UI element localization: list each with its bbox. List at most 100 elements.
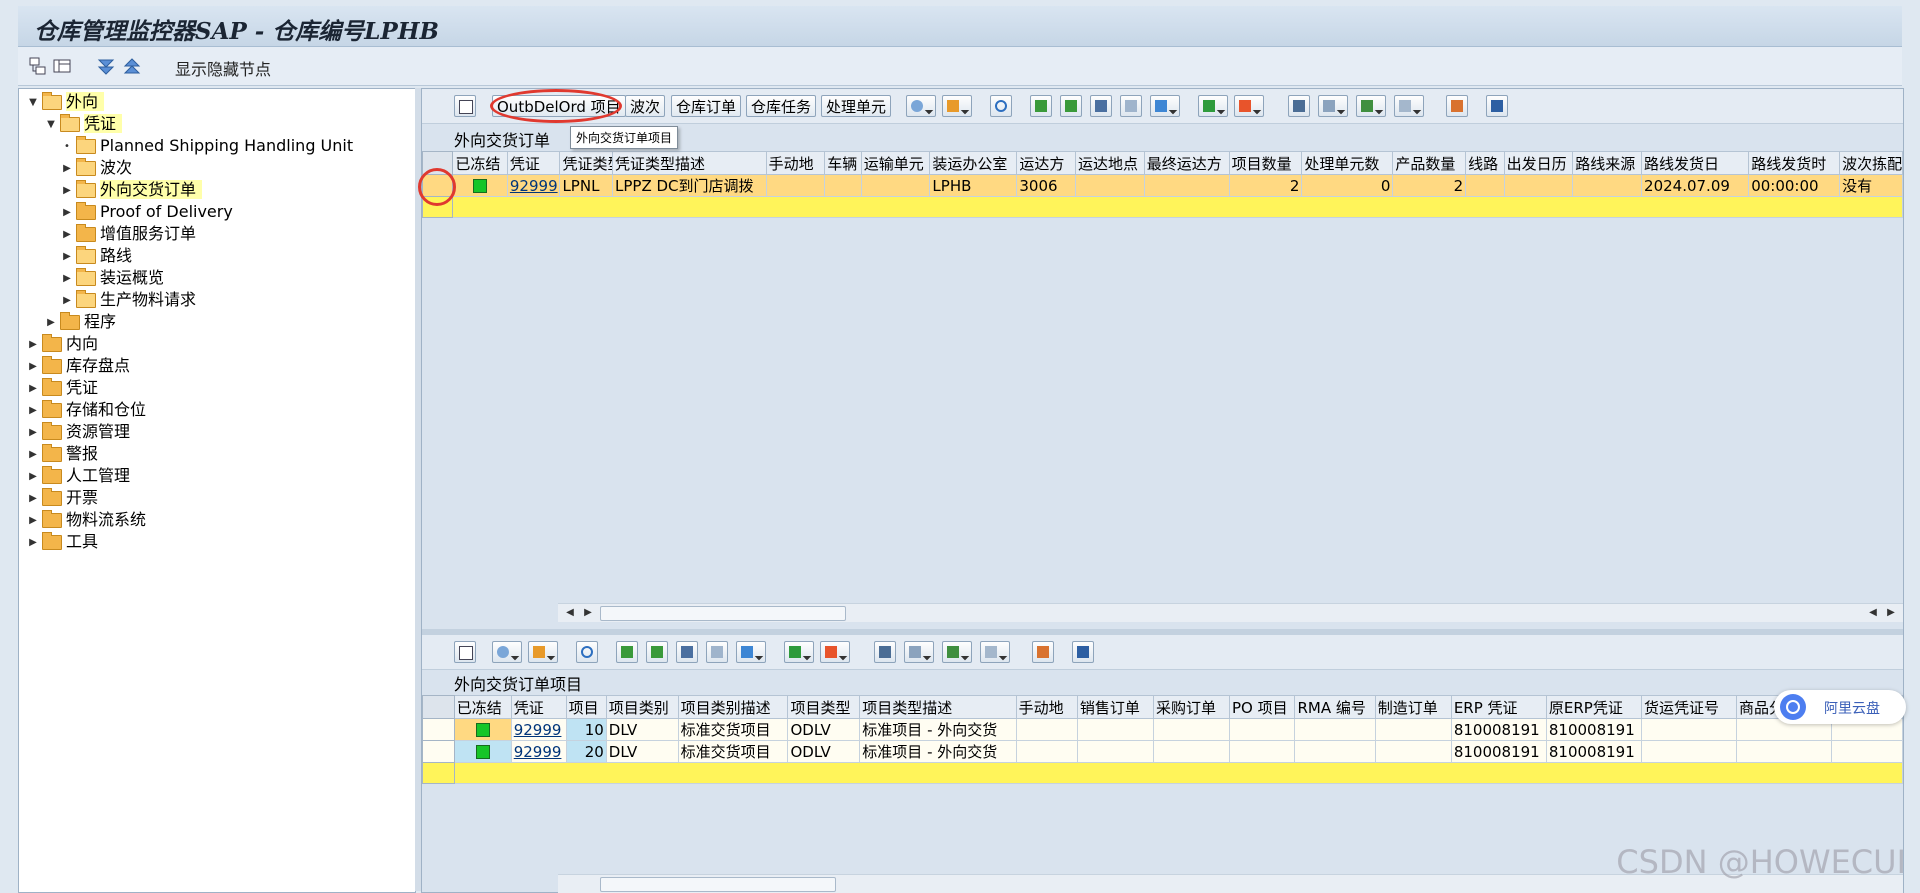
column-header[interactable]: 凭证: [506, 151, 561, 175]
collapsed-arrow-icon[interactable]: ▶: [27, 444, 39, 466]
collapsed-arrow-icon[interactable]: ▶: [61, 268, 73, 290]
column-header[interactable]: 凭证: [510, 695, 567, 719]
refresh-icon[interactable]: [942, 95, 972, 117]
column-header[interactable]: 采购订单: [1152, 695, 1231, 719]
collapsed-arrow-icon[interactable]: ▶: [27, 378, 39, 400]
column-header[interactable]: 路线来源: [1572, 151, 1643, 175]
sort-descending-icon[interactable]: [1060, 95, 1082, 117]
tree-node-program[interactable]: ▶ 程序: [45, 311, 116, 333]
document-link[interactable]: 92999: [506, 174, 561, 197]
column-header[interactable]: 车辆: [824, 151, 862, 175]
subtotal-icon[interactable]: [820, 641, 850, 663]
collapsed-arrow-icon[interactable]: ▶: [27, 334, 39, 356]
column-header[interactable]: 手动地: [765, 151, 826, 175]
tree-node-labor-management[interactable]: ▶ 人工管理: [27, 465, 130, 487]
tree-node-outbound[interactable]: ▼ 外向: [27, 91, 105, 114]
row-selector[interactable]: [422, 762, 455, 784]
column-header[interactable]: 运输单元: [860, 151, 931, 175]
column-header[interactable]: 波次拣配: [1839, 151, 1903, 175]
document-link[interactable]: 92999: [510, 718, 567, 741]
column-header[interactable]: 项目数量: [1228, 151, 1303, 175]
handling-unit-button[interactable]: 处理单元: [821, 95, 892, 117]
sum-icon[interactable]: [1198, 95, 1228, 117]
export-icon[interactable]: [1356, 95, 1386, 117]
row-selector[interactable]: [422, 740, 455, 763]
settings-icon[interactable]: [492, 641, 522, 663]
tree-node-physical-inventory[interactable]: ▶ 库存盘点: [27, 355, 130, 377]
info-icon[interactable]: [1072, 641, 1094, 663]
column-header[interactable]: 运达方: [1016, 151, 1076, 175]
column-header[interactable]: 处理单元数: [1301, 151, 1394, 175]
column-header[interactable]: 制造订单: [1374, 695, 1452, 719]
collapse-all-icon[interactable]: [122, 56, 142, 76]
aliyun-drive-badge[interactable]: 阿里云盘: [1774, 690, 1906, 724]
column-header[interactable]: 已冻结: [452, 151, 508, 175]
view-icon[interactable]: [1318, 95, 1348, 117]
collapsed-arrow-icon[interactable]: ▶: [61, 202, 73, 224]
tree-node-production-material-request[interactable]: ▶ 生产物料请求: [61, 289, 196, 311]
column-header[interactable]: 装运办公室: [929, 151, 1018, 175]
scroll-right-icon[interactable]: ▶: [1883, 605, 1899, 621]
reload-icon[interactable]: [990, 95, 1012, 117]
collapsed-arrow-icon[interactable]: ▶: [61, 224, 73, 246]
column-header[interactable]: 运达地点: [1074, 151, 1145, 175]
reload-icon[interactable]: [576, 641, 598, 663]
column-header[interactable]: 出发日历: [1503, 151, 1574, 175]
warehouse-task-button[interactable]: 仓库任务: [746, 95, 817, 117]
wave-button[interactable]: 波次: [625, 95, 666, 117]
export-icon[interactable]: [942, 641, 972, 663]
tree-node-proof-of-delivery[interactable]: ▶ Proof of Delivery: [61, 201, 233, 223]
details-icon[interactable]: [454, 641, 476, 663]
column-header[interactable]: 凭证类型: [559, 151, 614, 175]
column-header[interactable]: 产品数量: [1392, 151, 1467, 175]
collapsed-arrow-icon[interactable]: ▶: [61, 180, 73, 202]
filter-icon[interactable]: [736, 641, 766, 663]
tree-node-resource-management[interactable]: ▶ 资源管理: [27, 421, 130, 443]
column-header[interactable]: 项目: [565, 695, 607, 719]
find-next-icon[interactable]: [706, 641, 728, 663]
tree-node-outbound-delivery-order[interactable]: ▶ 外向交货订单: [61, 179, 203, 202]
refresh-icon[interactable]: [528, 641, 558, 663]
tree-node-route[interactable]: ▶ 路线: [61, 245, 132, 267]
row-selector[interactable]: [422, 718, 455, 741]
column-header[interactable]: 路线发货时: [1748, 151, 1841, 175]
find-next-icon[interactable]: [1120, 95, 1142, 117]
collapsed-arrow-icon[interactable]: ▶: [27, 400, 39, 422]
collapsed-arrow-icon[interactable]: ▶: [45, 312, 57, 334]
sort-descending-icon[interactable]: [646, 641, 668, 663]
sort-ascending-icon[interactable]: [616, 641, 638, 663]
collapsed-arrow-icon[interactable]: ▶: [61, 246, 73, 268]
collapsed-arrow-icon[interactable]: ▶: [61, 158, 73, 180]
layout-icon[interactable]: [980, 641, 1010, 663]
column-header[interactable]: 项目类别描述: [677, 695, 789, 719]
print-icon[interactable]: [874, 641, 896, 663]
settings-icon[interactable]: [906, 95, 936, 117]
sum-icon[interactable]: [784, 641, 814, 663]
expanded-arrow-icon[interactable]: ▼: [27, 92, 39, 114]
find-icon[interactable]: [676, 641, 698, 663]
graphic-icon[interactable]: [1032, 641, 1054, 663]
column-header[interactable]: RMA 编号: [1294, 695, 1376, 719]
scroll-left-icon[interactable]: ◀: [562, 605, 578, 621]
warehouse-order-button[interactable]: 仓库订单: [671, 95, 742, 117]
column-header[interactable]: 最终运达方: [1143, 151, 1230, 175]
view-icon[interactable]: [904, 641, 934, 663]
tree-node-alerts[interactable]: ▶ 警报: [27, 443, 98, 465]
column-header[interactable]: ERP 凭证: [1450, 695, 1547, 719]
upper-horizontal-scrollbar[interactable]: ◀ ▶ ◀ ▶: [558, 603, 1903, 622]
tree-node-wave[interactable]: ▶ 波次: [61, 157, 132, 179]
table-row[interactable]: 92999 10 DLV 标准交货项目 ODLV 标准项目 - 外向交货 810…: [422, 718, 1903, 741]
collapsed-arrow-icon[interactable]: ▶: [27, 356, 39, 378]
details-icon[interactable]: [454, 95, 476, 117]
collapsed-arrow-icon[interactable]: ▶: [27, 510, 39, 532]
find-icon[interactable]: [1090, 95, 1112, 117]
subtotal-icon[interactable]: [1234, 95, 1264, 117]
column-header[interactable]: 项目类型: [787, 695, 861, 719]
column-header[interactable]: 已冻结: [453, 695, 512, 719]
tree-node-vas-order[interactable]: ▶ 增值服务订单: [61, 223, 196, 245]
layout-icon[interactable]: [52, 56, 72, 76]
collapsed-arrow-icon[interactable]: ▶: [27, 532, 39, 554]
column-header[interactable]: 线路: [1465, 151, 1505, 175]
tree-node-documents[interactable]: ▼ 凭证: [45, 113, 123, 135]
column-header[interactable]: 项目类别: [605, 695, 679, 719]
